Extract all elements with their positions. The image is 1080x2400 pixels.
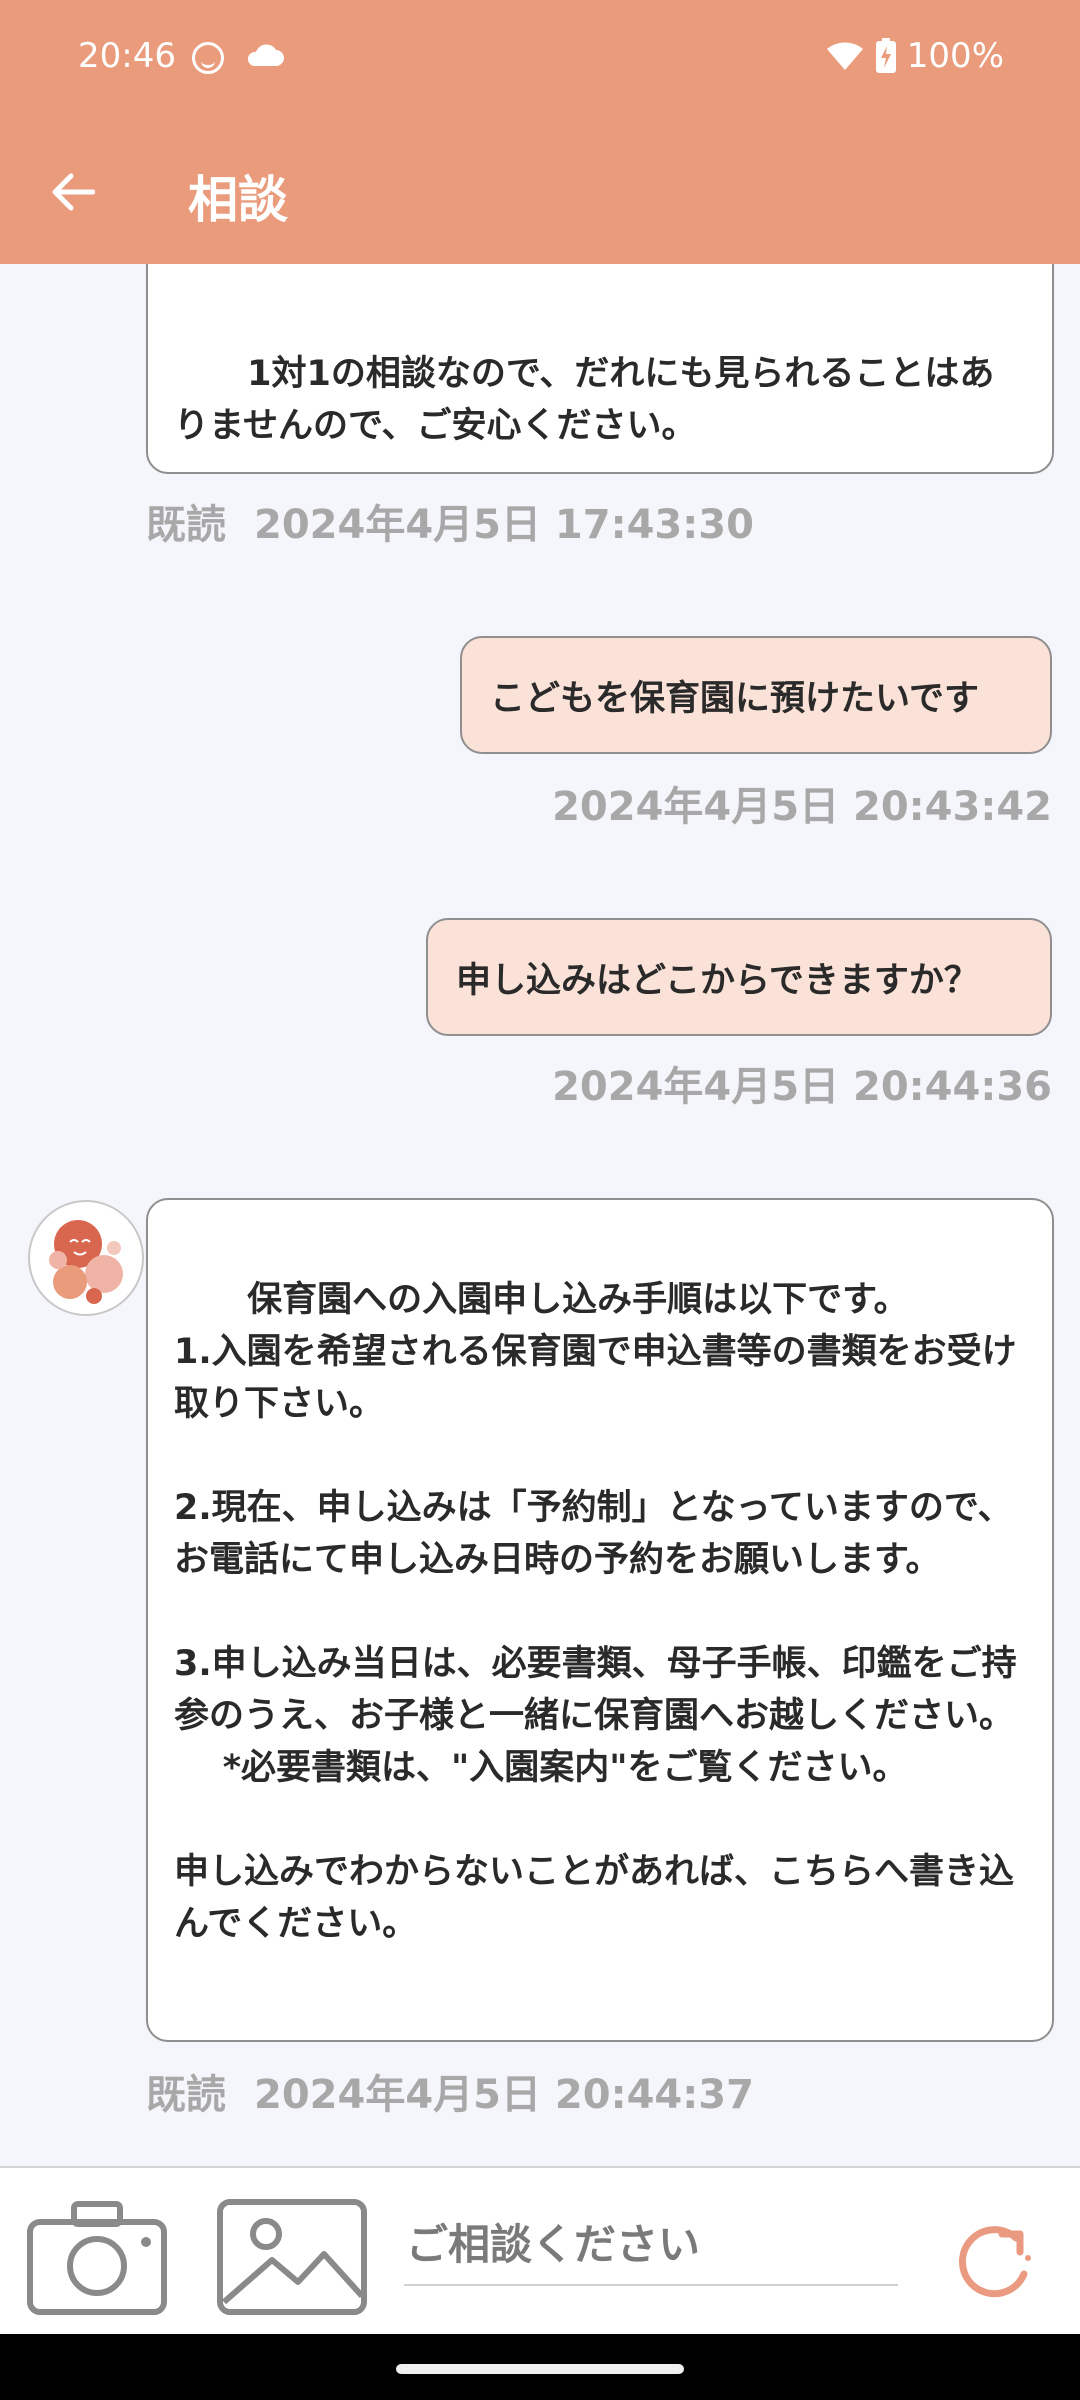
bot-avatar[interactable] <box>28 1200 144 1316</box>
message-timestamp: 2024年4月5日 20:43:42 <box>552 784 1052 830</box>
page-title: 相談 <box>188 171 288 229</box>
message-timestamp: 2024年4月5日 17:43:30 <box>254 502 754 548</box>
bot-message-bubble: 1対1の相談なので、だれにも見られることはありませんので、ご安心ください。 <box>146 264 1054 474</box>
send-button[interactable] <box>944 2214 1040 2310</box>
read-receipt: 既読 <box>146 502 226 548</box>
gallery-button[interactable] <box>216 2198 368 2316</box>
battery-icon <box>875 38 896 73</box>
avatar-illustration-icon <box>49 1220 123 1304</box>
message-text: こどもを保育園に預けたいです <box>490 678 979 719</box>
status-bar: 20:46 100% <box>0 34 1080 82</box>
system-navigation-bar <box>0 2334 1080 2400</box>
message-text: 1対1の相談なので、だれにも見られることはありませんので、ご安心ください。 <box>174 354 995 446</box>
message-input[interactable] <box>404 2204 898 2286</box>
message-text: 保育園への入園申し込み手順は以下です。 1.入園を希望される保育園で申込書等の書… <box>174 1280 1017 1944</box>
message-text: 申し込みはどこからできますか？ <box>456 960 979 1001</box>
home-gesture-handle[interactable] <box>396 2364 684 2374</box>
user-message-bubble: 申し込みはどこからできますか？ <box>426 918 1052 1036</box>
status-right: 100% <box>825 36 1004 76</box>
read-receipt: 既読 <box>146 2072 226 2118</box>
status-time: 20:46 <box>78 36 176 76</box>
app-bar: 相談 <box>0 120 1080 264</box>
message-timestamp: 2024年4月5日 20:44:36 <box>552 1064 1052 1110</box>
user-message-bubble: こどもを保育園に預けたいです <box>460 636 1052 754</box>
battery-percentage: 100% <box>906 36 1004 76</box>
cloud-icon <box>247 44 284 66</box>
app-root: 20:46 100% 相談 1対1の相談なので、だれにも見られることはありません… <box>0 0 1080 2400</box>
top-bar: 20:46 100% 相談 <box>0 0 1080 264</box>
message-meta: 既読 2024年4月5日 17:43:30 <box>146 492 754 550</box>
image-icon <box>217 2199 367 2315</box>
bot-message-bubble: 保育園への入園申し込み手順は以下です。 1.入園を希望される保育園で申込書等の書… <box>146 1198 1054 2042</box>
wifi-icon <box>826 42 863 70</box>
arrow-left-icon <box>52 173 95 211</box>
refresh-icon <box>958 2226 1031 2298</box>
camera-button[interactable] <box>26 2198 168 2316</box>
message-composer <box>0 2166 1080 2334</box>
notification-face-icon <box>192 42 224 74</box>
message-timestamp: 2024年4月5日 20:44:37 <box>254 2072 754 2118</box>
back-button[interactable] <box>40 160 104 224</box>
message-meta: 既読 2024年4月5日 20:44:37 <box>146 2062 754 2120</box>
chat-area[interactable]: 1対1の相談なので、だれにも見られることはありませんので、ご安心ください。 既読… <box>0 264 1080 2168</box>
camera-icon <box>27 2201 167 2315</box>
